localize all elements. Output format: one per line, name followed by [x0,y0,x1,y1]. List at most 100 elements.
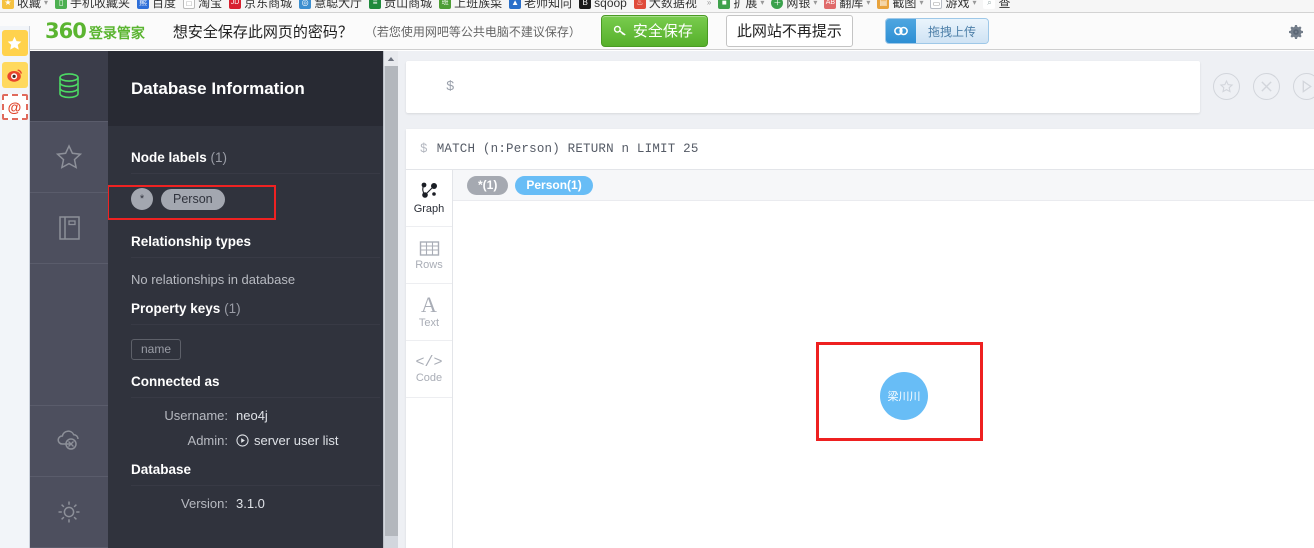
bookmark-item[interactable]: AB 翻库 ▾ [824,0,870,10]
drawer-body: Node labels (1) * Person Relationship ty… [108,126,398,548]
view-graph[interactable]: Graph [406,170,452,227]
relationship-types-label: Relationship types [131,234,252,249]
bookmark-label: 网银 [786,0,811,10]
view-graph-label: Graph [413,203,445,215]
graph-node-person[interactable]: 梁川川 [880,372,928,420]
favorites-star-button[interactable] [1,30,28,56]
sidebar-item-settings[interactable] [30,477,108,548]
result-chip-all[interactable]: *(1) [467,175,509,195]
scrollbar-up-arrow[interactable] [384,51,398,66]
bookmark-item[interactable]: ⌕ 查 [983,0,1011,10]
property-keys-heading: Property keys (1) [131,301,380,325]
sidebar-item-cloud[interactable] [30,406,108,477]
bookmark-label: 大数据视 [648,0,697,10]
view-code[interactable]: </> Code [406,341,452,398]
cypher-editor[interactable]: $ [406,61,1200,113]
bookmark-item[interactable]: ▲ 老师知向 [509,0,572,10]
never-save-label: 此网站不再提示 [736,23,842,40]
favorite-query-button[interactable] [1213,73,1240,100]
close-circle-icon [1261,81,1272,92]
run-query-button[interactable] [1293,73,1314,100]
bookmark-item[interactable]: 班上班族菜 [439,0,502,10]
bookmark-item[interactable]: ＋网银 ▾ [771,0,817,10]
browser-side-rail: @ [0,26,30,548]
username-value: neo4j [236,408,268,423]
result-chip-person[interactable]: Person(1) [515,175,593,195]
frame-query-row: $ MATCH (n:Person) RETURN n LIMIT 25 [406,129,1314,169]
sidebar-item-database[interactable] [30,51,108,122]
bookmark-item[interactable]: ■ 扩展 ▾ [718,0,764,10]
bigdata-icon: ♨ [633,0,646,9]
weibo-button[interactable] [1,62,28,88]
view-text[interactable]: A Text [406,284,452,341]
bookmark-item[interactable]: ▯ 手机收藏夹 [55,0,130,10]
view-rows[interactable]: Rows [406,227,452,284]
neo4j-main-content: $ $ MATCH (n:Person) RETURN n LIMIT 25 G… [398,51,1314,548]
bookmark-label: 截图 [892,0,917,10]
graph-view-column: *(1) Person(1) 梁川川 [453,170,1314,548]
frame-prompt: $ [420,142,428,156]
phone-bookmark-icon: ▯ [55,0,68,9]
relationship-types-heading: Relationship types [131,234,380,258]
bookmark-item[interactable]: ◎ 慧聪大厅 [299,0,363,10]
bookmark-label: sqoop [594,0,627,10]
weibo-eye-icon [6,69,22,82]
bookmark-item[interactable]: ♨ 大数据视 [633,0,697,10]
bookmark-item[interactable]: JD 京东商城 [229,0,292,10]
bookmark-item[interactable]: □ 淘宝 [183,0,223,10]
cloud-upload-label: 拖拽上传 [916,19,988,43]
version-row: Version: 3.1.0 [131,496,380,511]
graph-canvas[interactable]: 梁川川 [453,201,1314,548]
node-labels-count: (1) [210,150,228,165]
clear-editor-button[interactable] [1253,73,1280,100]
bookmark-overflow[interactable]: » [704,0,711,9]
page-title: Database Information [131,78,305,98]
drawer-scrollbar[interactable] [383,51,398,548]
scrollbar-thumb[interactable] [385,66,398,536]
translate-icon: AB [824,0,837,9]
username-label: Username: [164,408,228,423]
bookmark-item[interactable]: ≡ 贡山商城 [369,0,432,10]
sidebar-item-documents[interactable] [30,193,108,264]
neo4j-sidebar-rail [30,51,108,548]
password-prompt-question: 想安全保存此网页的密码？ [172,23,353,41]
sbz-icon: 班 [439,0,452,9]
never-save-button[interactable]: 此网站不再提示 [725,15,853,47]
admin-value-wrap[interactable]: server user list [236,433,339,448]
view-code-label: Code [415,371,443,384]
connected-as-label: Connected as [131,374,220,389]
bookmark-item[interactable]: Bsqoop [579,0,627,10]
chevron-down-icon: ▾ [44,0,49,7]
node-labels-heading: Node labels (1) [131,150,380,174]
property-key-chip-name[interactable]: name [131,339,182,360]
password-bar-settings-button[interactable] [1288,24,1304,40]
mail-button[interactable]: @ [1,94,28,120]
book-icon [58,216,80,240]
node-label-all-chip[interactable]: * [131,188,153,210]
connected-as-heading: Connected as [131,374,380,398]
bookmark-item[interactable]: 熊百度 [137,0,176,10]
admin-row: Admin: server user list [131,433,380,448]
bookmark-label: 慧聪大厅 [314,0,363,10]
bookmark-label: 淘宝 [198,0,223,10]
version-value: 3.1.0 [236,496,265,511]
bookmark-item[interactable]: ★ 收藏 ▾ [2,0,49,10]
sidebar-item-favorites[interactable] [30,122,108,193]
star-icon [7,36,22,50]
database-information-drawer: Database Information Node labels (1) * P… [108,51,398,548]
view-text-label: Text [418,317,440,330]
node-label-chip-person[interactable]: Person [161,188,225,210]
bookmark-item[interactable]: ▭ 游戏 ▾ [930,0,976,10]
cloud-upload-widget[interactable]: 拖拽上传 [885,18,989,44]
database-label: Database [131,462,192,477]
save-password-button[interactable]: 安全保存 [600,15,708,47]
database-heading: Database [131,462,380,486]
drawer-header: Database Information [108,51,398,126]
bookmark-item[interactable]: ▤ 截图 ▾ [877,0,923,10]
browser-bookmark-bar: ★ 收藏 ▾ ▯ 手机收藏夹 熊百度 □ 淘宝 JD 京东商城 ◎ 慧聪大厅 ≡ 贡山商城 班… [0,0,1314,13]
code-icon: </> [415,353,443,371]
save-password-label: 安全保存 [632,23,693,40]
bookmark-label: 扩展 [733,0,758,10]
node-labels-chip-row: * Person [131,188,380,210]
star-icon [55,144,83,169]
